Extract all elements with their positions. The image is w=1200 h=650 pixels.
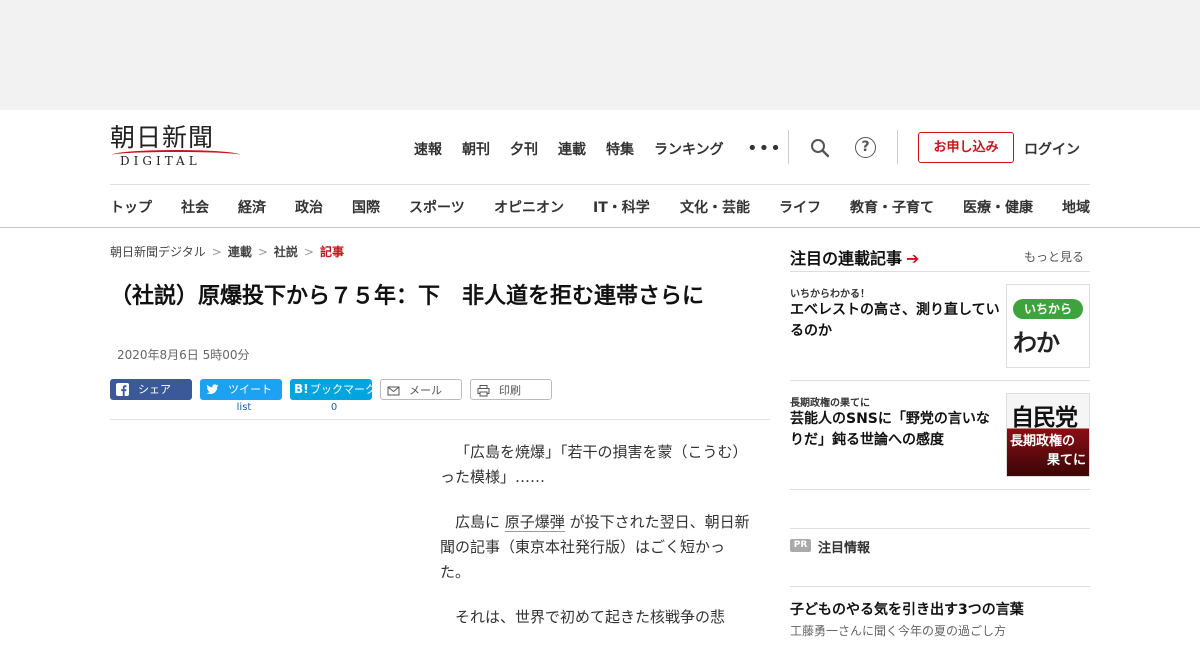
breadcrumb-separator: > [257, 245, 268, 259]
facebook-icon [116, 383, 129, 396]
sidebar-divider [790, 528, 1090, 529]
article-paragraph: 「広島を焼爆」「若干の損害を蒙（こうむ）った模様」…… [440, 443, 748, 486]
article-divider [110, 419, 770, 420]
sidebar-item-kicker[interactable]: 長期政権の果てに [790, 394, 870, 409]
sidebar-item-kicker[interactable]: いちからわかる！ [790, 285, 870, 300]
exclamation-mark: ! [1036, 364, 1047, 367]
search-icon[interactable] [810, 138, 830, 158]
twitter-share-button[interactable]: ツイート [200, 379, 282, 400]
article-title: （社説）原爆投下から７５年：下 非人道を拒む連帯さらに [110, 284, 705, 309]
sidebar-divider [790, 489, 1090, 490]
topnav-item-choukan[interactable]: 朝刊 [462, 139, 490, 159]
category-local[interactable]: 地域 [1062, 197, 1090, 217]
sidebar-divider [790, 271, 1090, 272]
nav-divider [788, 130, 789, 164]
logo-arc-decoration [112, 150, 240, 160]
thumbnail-caption: 自民党 [1011, 405, 1078, 431]
breadcrumb-separator: > [211, 245, 222, 259]
article-date: 2020年8月6日 5時00分 [117, 348, 250, 362]
sidebar-item-title[interactable]: エベレストの高さ、測り直しているのか [790, 300, 1002, 342]
breadcrumb-editorial[interactable]: 社説 [274, 245, 298, 259]
header-divider [110, 184, 1090, 185]
category-sports[interactable]: スポーツ [409, 197, 465, 217]
thumbnail-caption: わかる! [1013, 323, 1089, 367]
featured-series-heading[interactable]: 注目の連載記事 ➔ [790, 245, 919, 269]
category-politics[interactable]: 政治 [295, 197, 323, 217]
print-label: 印刷 [499, 384, 521, 397]
topnav-item-sokuho[interactable]: 速報 [414, 139, 442, 159]
breadcrumb: 朝日新聞デジタル > 連載 > 社説 > 記事 [110, 243, 344, 260]
twitter-share-label: ツイート [228, 383, 272, 396]
breadcrumb-rensai[interactable]: 連載 [228, 245, 252, 259]
pr-label: 注目情報 [818, 541, 871, 556]
pr-item-title[interactable]: 子どものやる気を引き出す3つの言葉 [790, 599, 1024, 619]
site-header: 朝日新聞 DIGITAL 速報 朝刊 夕刊 連載 特集 ランキング ••• ? … [0, 110, 1200, 228]
category-top[interactable]: トップ [110, 197, 152, 217]
help-icon[interactable]: ? [855, 137, 876, 158]
arrow-right-icon: ➔ [906, 249, 920, 268]
mail-share-label: メール [409, 384, 442, 397]
article-paragraph: それは、世界で初めて起きた核戦争の悲 [455, 608, 726, 626]
thumbnail-caption-text: わかる [1013, 329, 1060, 367]
featured-series-heading-text: 注目の連載記事 [790, 249, 903, 268]
category-health[interactable]: 医療・健康 [963, 197, 1033, 217]
category-international[interactable]: 国際 [352, 197, 380, 217]
hatena-bookmark-count[interactable]: 0 [293, 402, 375, 413]
category-opinion[interactable]: オピニオン [494, 197, 564, 217]
twitter-share-count[interactable]: list [203, 402, 285, 413]
site-logo[interactable]: 朝日新聞 DIGITAL [110, 124, 245, 170]
thumbnail-caption: いちから [1013, 299, 1083, 319]
logo-wordmark: 朝日新聞 [110, 123, 215, 152]
topnav-item-yuukan[interactable]: 夕刊 [510, 139, 538, 159]
mail-share-button[interactable]: メール [380, 379, 462, 400]
facebook-share-label: シェア [138, 383, 171, 396]
atomic-bomb-link[interactable]: 原子爆弾 [504, 513, 565, 532]
see-more-link[interactable]: もっと見る [1024, 248, 1084, 265]
thumbnail-caption: 果てに [1047, 453, 1087, 468]
category-economy[interactable]: 経済 [238, 197, 266, 217]
login-link[interactable]: ログイン [1024, 139, 1080, 159]
hatena-b-icon: B! [294, 382, 309, 396]
print-button[interactable]: 印刷 [470, 379, 552, 400]
more-dots-icon[interactable]: ••• [747, 140, 782, 158]
sidebar-divider [790, 586, 1090, 587]
mail-icon [387, 386, 400, 396]
category-culture[interactable]: 文化・芸能 [680, 197, 750, 217]
article-paragraph: 広島に 原子爆弾 が投下された翌日、朝日新聞の記事（東京本社発行版）はごく短かっ… [440, 510, 750, 585]
apply-button[interactable]: お申し込み [918, 132, 1014, 163]
topnav-item-ranking[interactable]: ランキング [654, 139, 724, 159]
thumbnail-caption: 長期政権の [1010, 434, 1076, 449]
pr-item-subtitle[interactable]: 工藤勇一さんに聞く今年の夏の過ごし方 [790, 622, 1006, 639]
sidebar-item-title[interactable]: 芸能人のSNSに「野党の言いなりだ」鈍る世論への感度 [790, 409, 1002, 451]
category-life[interactable]: ライフ [779, 197, 821, 217]
printer-icon [477, 385, 490, 397]
topnav-item-tokushu[interactable]: 特集 [606, 139, 634, 159]
facebook-share-button[interactable]: シェア [110, 379, 192, 400]
hatena-bookmark-label: ブックマーク [310, 383, 376, 396]
nav-divider [897, 130, 898, 164]
twitter-bird-icon [206, 384, 219, 395]
sidebar-item-thumbnail[interactable]: いちから わかる! [1006, 284, 1090, 368]
sidebar-divider [790, 380, 1090, 381]
breadcrumb-separator: > [303, 245, 314, 259]
ad-banner-area [0, 0, 1200, 110]
category-it-science[interactable]: IT・科学 [593, 197, 650, 217]
sidebar-item-thumbnail[interactable]: 自民党 長期政権の 果てに [1006, 393, 1090, 477]
category-society[interactable]: 社会 [181, 197, 209, 217]
hatena-bookmark-button[interactable]: B! ブックマーク [290, 379, 376, 400]
breadcrumb-home[interactable]: 朝日新聞デジタル [110, 245, 206, 259]
topnav-item-rensai[interactable]: 連載 [558, 139, 586, 159]
pr-badge: PR [790, 539, 811, 552]
breadcrumb-current: 記事 [319, 245, 344, 259]
paragraph-text: 広島に [455, 513, 505, 531]
article-body: 「広島を焼爆」「若干の損害を蒙（こうむ）った模様」…… 広島に 原子爆弾 が投下… [440, 440, 750, 650]
category-education[interactable]: 教育・子育て [850, 197, 934, 217]
